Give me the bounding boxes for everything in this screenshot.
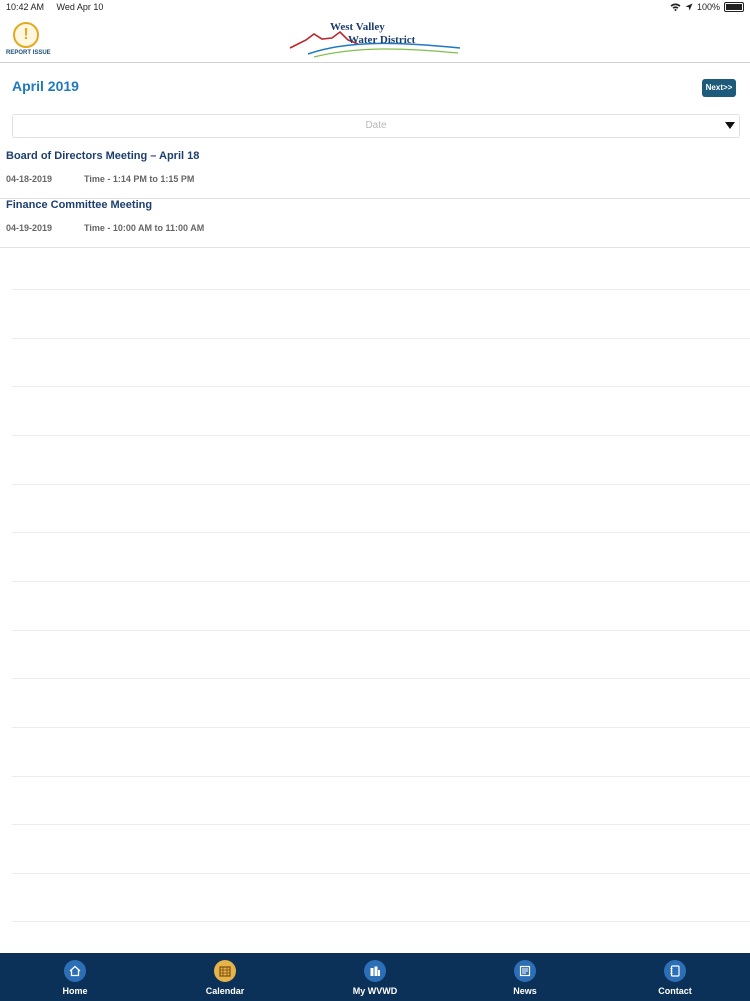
- location-icon: [685, 3, 693, 11]
- empty-row-divider: [12, 532, 750, 533]
- empty-row-divider: [12, 727, 750, 728]
- tab-label: News: [513, 986, 537, 996]
- tab-home[interactable]: Home: [20, 954, 130, 1001]
- next-month-button[interactable]: Next>>: [702, 79, 736, 97]
- logo-line2: Water District: [348, 34, 416, 46]
- date-dropdown-label: Date: [365, 120, 387, 131]
- buildings-icon: [364, 960, 386, 982]
- app-header: ! REPORT ISSUE West Valley Water Distric…: [0, 14, 750, 63]
- event-title: Finance Committee Meeting: [6, 199, 153, 211]
- tab-label: Contact: [658, 986, 692, 996]
- tab-label: Home: [62, 986, 88, 996]
- logo-line1: West Valley: [330, 21, 385, 33]
- home-icon: [64, 960, 86, 982]
- empty-row-divider: [12, 435, 750, 436]
- empty-row-divider: [12, 921, 750, 922]
- empty-row-divider: [12, 386, 750, 387]
- tab-contact[interactable]: Contact: [620, 954, 730, 1001]
- event-date: 04-18-2019: [6, 174, 53, 184]
- empty-row-divider: [12, 873, 750, 874]
- status-time: 10:42 AM: [6, 2, 45, 12]
- status-left: 10:42 AM Wed Apr 10: [6, 2, 113, 12]
- empty-row-divider: [12, 824, 750, 825]
- date-dropdown[interactable]: Date: [12, 114, 740, 138]
- status-bar: 10:42 AM Wed Apr 10 100%: [0, 0, 750, 14]
- event-time: Time - 1:14 PM to 1:15 PM: [84, 174, 195, 184]
- event-title: Board of Directors Meeting – April 18: [6, 150, 200, 162]
- calendar-icon: [214, 960, 236, 982]
- empty-row-divider: [12, 630, 750, 631]
- battery-percent: 100%: [696, 2, 720, 12]
- empty-row-divider: [12, 581, 750, 582]
- report-issue-button[interactable]: ! REPORT ISSUE: [6, 22, 51, 56]
- newspaper-icon: [514, 960, 536, 982]
- tab-my-wvwd[interactable]: My WVWD: [320, 954, 430, 1001]
- empty-row-divider: [12, 289, 750, 290]
- alert-icon: !: [13, 22, 39, 48]
- empty-row-divider: [12, 338, 750, 339]
- event-list-item[interactable]: Board of Directors Meeting – April 18 04…: [0, 150, 750, 199]
- event-list-item[interactable]: Finance Committee Meeting 04-19-2019 Tim…: [0, 199, 750, 248]
- west-valley-water-district-logo: West Valley Water District: [289, 21, 461, 58]
- event-time: Time - 10:00 AM to 11:00 AM: [84, 223, 205, 233]
- report-issue-label: REPORT ISSUE: [6, 50, 51, 56]
- dropdown-arrow-icon: [725, 122, 735, 129]
- tab-label: Calendar: [205, 986, 245, 996]
- empty-row-divider: [12, 776, 750, 777]
- tab-news[interactable]: News: [470, 954, 580, 1001]
- contact-book-icon: [664, 960, 686, 982]
- event-date: 04-19-2019: [6, 223, 53, 233]
- empty-row-divider: [12, 484, 750, 485]
- status-date: Wed Apr 10: [56, 2, 104, 12]
- wifi-icon: [670, 3, 681, 11]
- tab-label: My WVWD: [352, 986, 398, 996]
- bottom-tab-bar: Home Calendar My WVWD News Contact: [0, 953, 750, 1001]
- month-title: April 2019: [12, 78, 79, 94]
- tab-calendar[interactable]: Calendar: [170, 954, 280, 1001]
- empty-row-divider: [12, 678, 750, 679]
- status-right: 100%: [670, 2, 744, 12]
- battery-icon: [724, 2, 744, 12]
